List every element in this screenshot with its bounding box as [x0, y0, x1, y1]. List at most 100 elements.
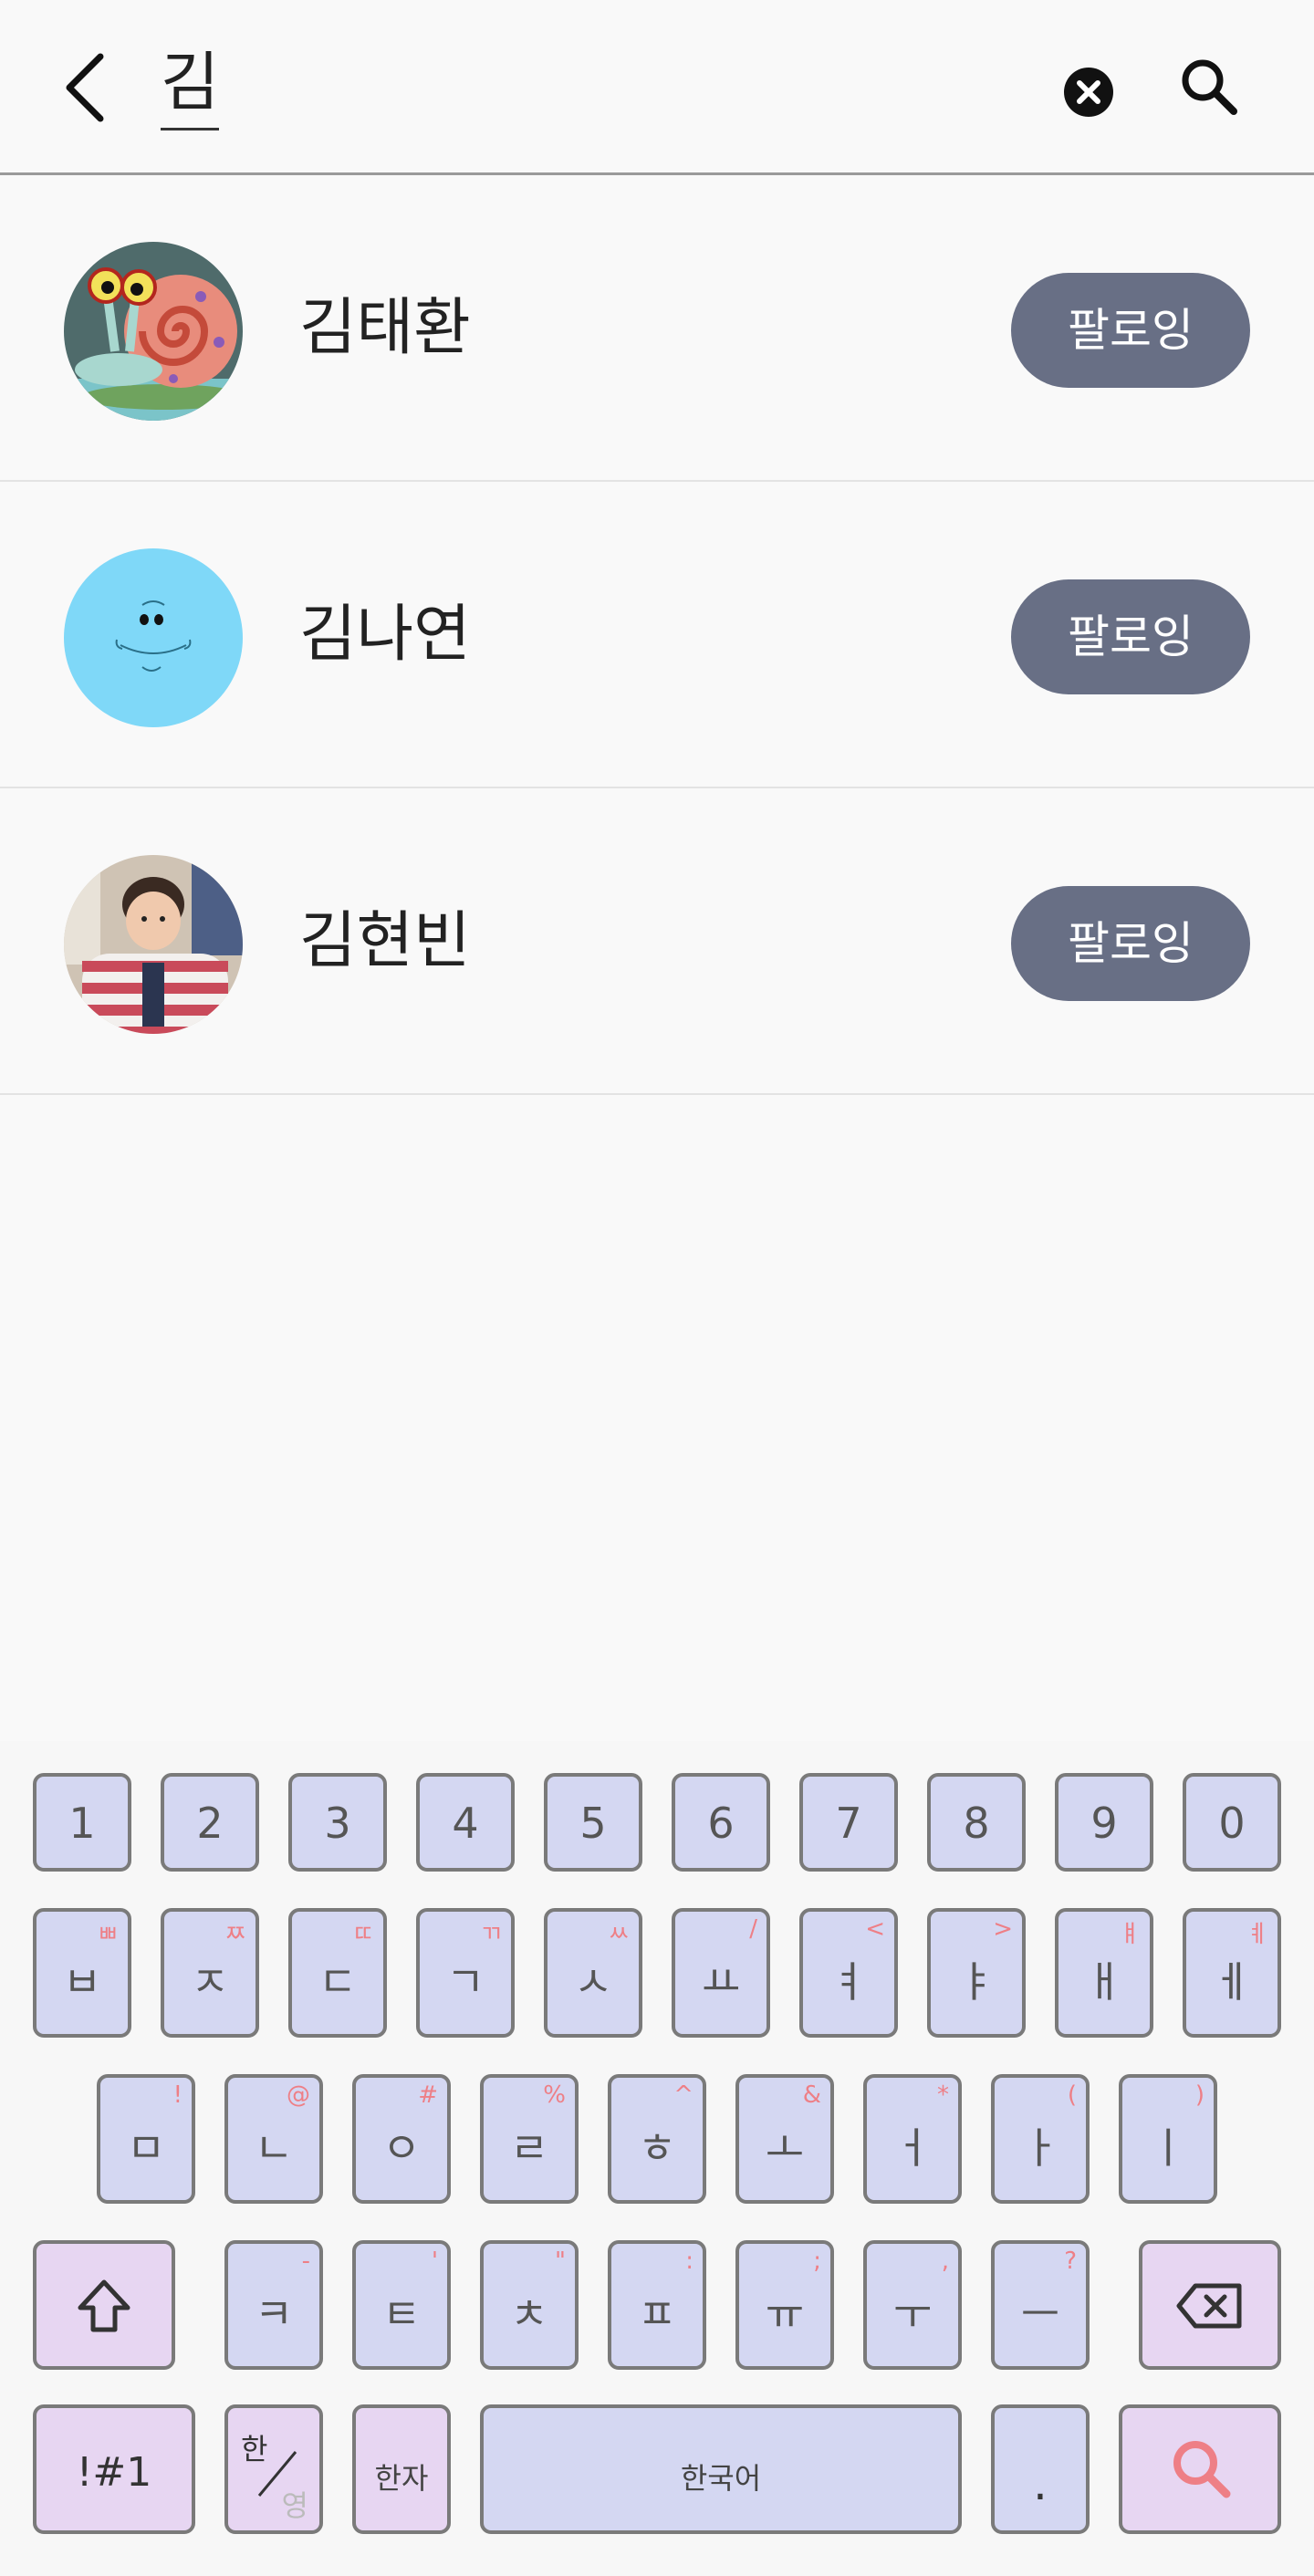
key-label: !#1: [76, 2449, 152, 2496]
key-label: ㅂ: [62, 1957, 102, 2007]
search-icon: [1173, 2441, 1231, 2498]
key-sub-label: ㅉ: [224, 1921, 246, 1948]
key-sub-label: ^: [673, 2081, 694, 2109]
key-label: ㅁ: [126, 2123, 166, 2173]
key-sub-label: ,: [941, 2247, 949, 2275]
key-letter[interactable]: ,ㅜ: [863, 2240, 962, 2370]
key-number[interactable]: 2: [161, 1773, 259, 1872]
following-button[interactable]: 팔로잉: [1011, 579, 1250, 694]
key-letter[interactable]: ㅃㅂ: [33, 1908, 131, 2038]
key-letter[interactable]: ㅒㅐ: [1055, 1908, 1153, 2038]
key-label: ㅅ: [573, 1957, 613, 2007]
key-label: 한자: [374, 2461, 429, 2496]
key-sub-label: -: [301, 2247, 310, 2275]
key-letter[interactable]: (ㅏ: [991, 2074, 1090, 2204]
list-item[interactable]: 김나연 팔로잉: [0, 482, 1314, 788]
key-number[interactable]: 7: [799, 1773, 898, 1872]
key-letter[interactable]: * ㅓ: [863, 2074, 962, 2204]
search-results-list: 김태환 팔로잉 김나연 팔로잉 김현빈 팔로잉: [0, 175, 1314, 1095]
key-label: 3: [324, 1799, 351, 1848]
avatar[interactable]: [64, 855, 243, 1034]
search-input[interactable]: 김: [161, 38, 220, 130]
key-sub-label: 영: [281, 2488, 308, 2523]
hanja-key[interactable]: 한자: [352, 2404, 451, 2534]
key-letter[interactable]: # ㅇ: [352, 2074, 451, 2204]
key-letter[interactable]: ㅖㅔ: [1183, 1908, 1281, 2038]
key-letter[interactable]: < ㅕ: [799, 1908, 898, 2038]
key-letter[interactable]: ? ㅡ: [991, 2240, 1090, 2370]
user-name: 김태환: [299, 292, 471, 364]
list-item[interactable]: 김태환 팔로잉: [0, 175, 1314, 482]
key-label: ㅌ: [381, 2289, 422, 2339]
key-letter[interactable]: & ㅗ: [735, 2074, 834, 2204]
avatar[interactable]: [64, 548, 243, 727]
key-letter[interactable]: > ㅑ: [927, 1908, 1026, 2038]
key-label: .: [1033, 2457, 1048, 2510]
key-letter[interactable]: ; ㅠ: [735, 2240, 834, 2370]
key-label: ㅇ: [381, 2123, 422, 2173]
key-letter[interactable]: ㅉㅈ: [161, 1908, 259, 2038]
key-label: ㄷ: [318, 1957, 358, 2007]
key-letter[interactable]: ㄲㄱ: [416, 1908, 515, 2038]
key-sub-label: (: [1067, 2081, 1077, 2109]
key-number[interactable]: 3: [288, 1773, 387, 1872]
key-label: ㅣ: [1148, 2123, 1188, 2173]
following-button[interactable]: 팔로잉: [1011, 886, 1250, 1001]
key-label: ㅋ: [254, 2289, 294, 2339]
key-label: 8: [963, 1799, 990, 1848]
key-number[interactable]: 1: [33, 1773, 131, 1872]
key-sub-label: ㅒ: [1119, 1921, 1141, 1948]
list-item[interactable]: 김현빈 팔로잉: [0, 788, 1314, 1095]
korean-keyboard: 1 2 3 4 5 6 7 8 9 0 ㅃㅂ ㅉㅈ ㄸㄷ ㄲㄱ ㅆㅅ / ㅛ < ㅕ…: [0, 1741, 1314, 2576]
key-letter[interactable]: / ㅛ: [672, 1908, 770, 2038]
key-label: ㅏ: [1020, 2123, 1060, 2173]
key-label: 5: [579, 1799, 607, 1848]
key-sub-label: ㄲ: [480, 1921, 502, 1948]
period-key[interactable]: .: [991, 2404, 1090, 2534]
search-button[interactable]: [1173, 53, 1246, 126]
key-number[interactable]: 8: [927, 1773, 1026, 1872]
key-letter[interactable]: @ ㄴ: [224, 2074, 323, 2204]
key-label: 4: [452, 1799, 479, 1848]
child-photo-avatar-image: [64, 855, 243, 1034]
avatar[interactable]: [64, 242, 243, 421]
key-letter[interactable]: ^ ㅎ: [608, 2074, 706, 2204]
key-number[interactable]: 4: [416, 1773, 515, 1872]
key-sub-label: ': [431, 2247, 438, 2275]
key-label: 9: [1090, 1799, 1118, 1848]
key-number[interactable]: 0: [1183, 1773, 1281, 1872]
space-key[interactable]: 한국어: [480, 2404, 962, 2534]
key-label: 2: [196, 1799, 224, 1848]
back-button[interactable]: [53, 47, 126, 128]
key-label: ㅡ: [1020, 2289, 1060, 2339]
search-action-key[interactable]: [1119, 2404, 1281, 2534]
symbols-key[interactable]: !#1: [33, 2404, 195, 2534]
key-letter[interactable]: ! ㅁ: [97, 2074, 195, 2204]
shift-key[interactable]: [33, 2240, 175, 2370]
key-letter[interactable]: ) ㅣ: [1119, 2074, 1217, 2204]
key-letter[interactable]: ㄸㄷ: [288, 1908, 387, 2038]
key-label: ㅑ: [956, 1957, 996, 2007]
key-number[interactable]: 9: [1055, 1773, 1153, 1872]
key-sub-label: ?: [1064, 2247, 1077, 2275]
key-number[interactable]: 6: [672, 1773, 770, 1872]
key-sub-label: ": [555, 2247, 566, 2275]
search-icon: [1182, 59, 1237, 115]
key-letter[interactable]: " ㅊ: [480, 2240, 579, 2370]
key-label: ㅔ: [1212, 1957, 1252, 2007]
key-label: ㄱ: [445, 1957, 485, 2007]
key-sub-label: ㄸ: [352, 1921, 374, 1948]
key-sub-label: ㅃ: [97, 1921, 119, 1948]
key-letter[interactable]: :ㅍ: [608, 2240, 706, 2370]
key-sub-label: ㅆ: [608, 1921, 630, 1948]
key-label: 1: [68, 1799, 96, 1848]
key-number[interactable]: 5: [544, 1773, 642, 1872]
key-letter[interactable]: ㅆㅅ: [544, 1908, 642, 2038]
following-button[interactable]: 팔로잉: [1011, 273, 1250, 388]
key-letter[interactable]: ' ㅌ: [352, 2240, 451, 2370]
key-letter[interactable]: -ㅋ: [224, 2240, 323, 2370]
key-letter[interactable]: % ㄹ: [480, 2074, 579, 2204]
language-toggle-key[interactable]: 한 영: [224, 2404, 323, 2534]
clear-search-button[interactable]: [1062, 66, 1115, 119]
backspace-key[interactable]: [1139, 2240, 1281, 2370]
